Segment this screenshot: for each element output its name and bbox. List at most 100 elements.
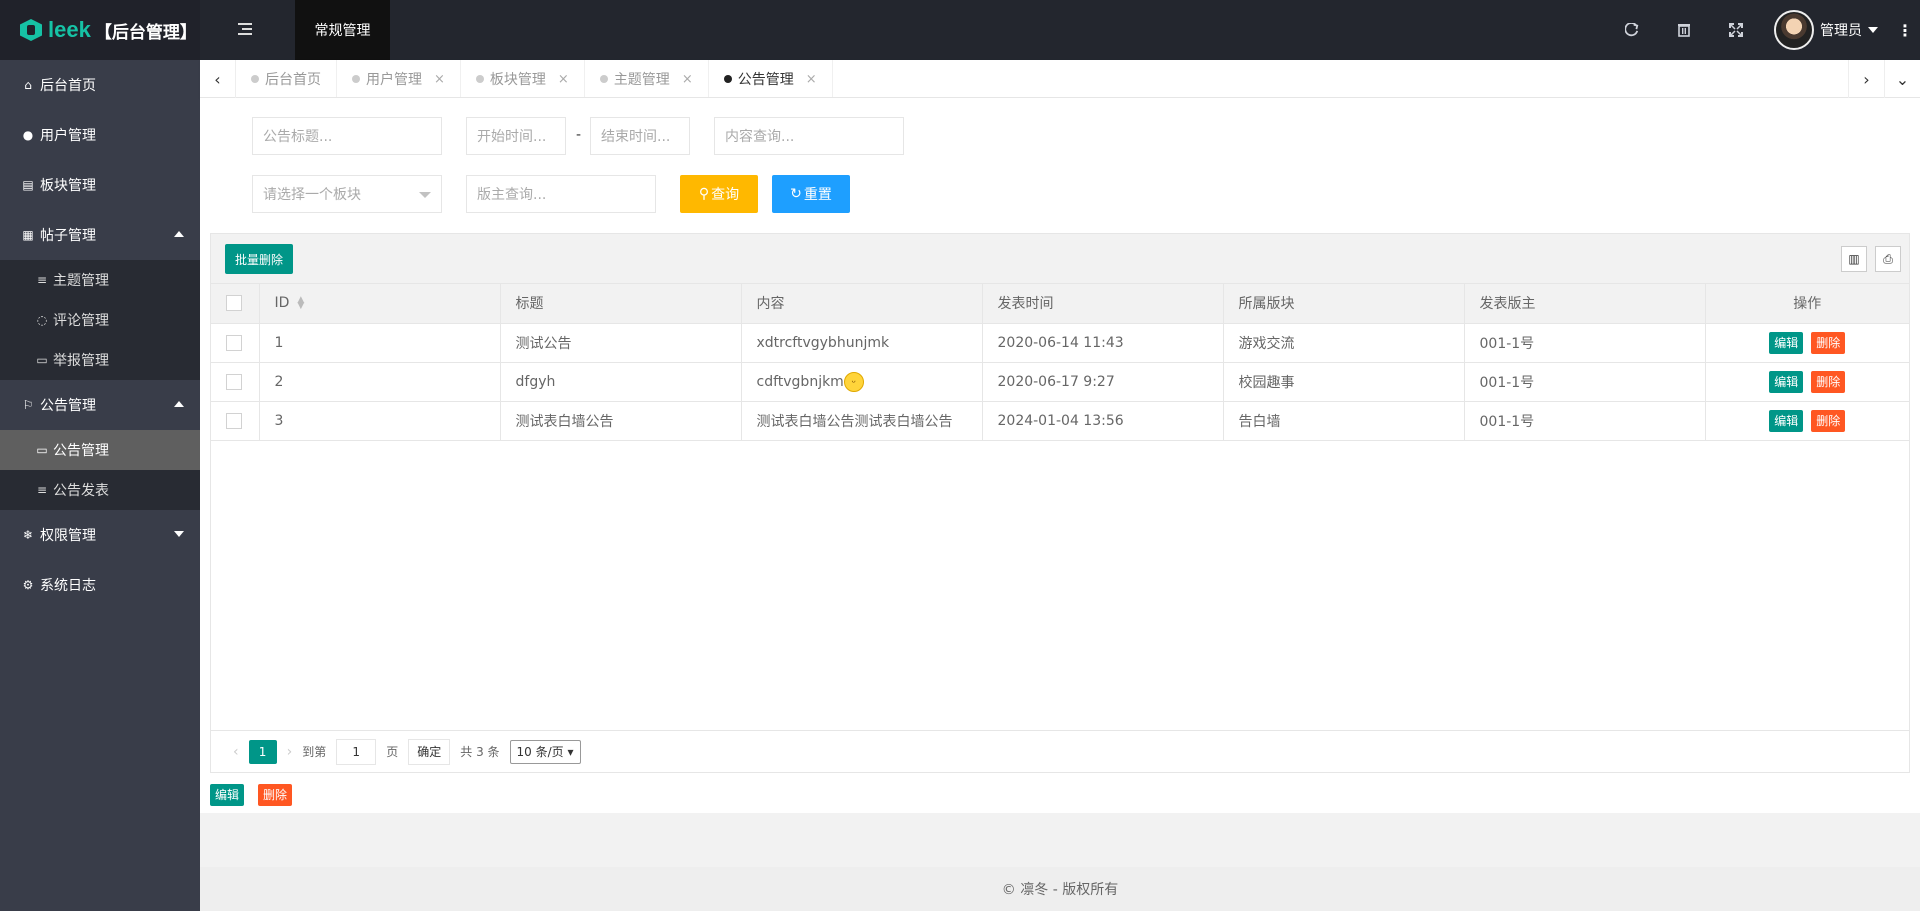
sidebar-item-boards[interactable]: ▤ 板块管理 xyxy=(0,160,200,210)
columns-filter-icon[interactable]: ▥ xyxy=(1841,246,1867,272)
tab-scroll-right-icon[interactable]: › xyxy=(1848,60,1884,98)
table-row: 1 测试公告 xdtrcftvgybhunjmk 2020-06-14 11:4… xyxy=(211,323,1909,363)
col-id[interactable]: ID ▲ ▼ xyxy=(259,284,501,324)
sort-icon[interactable]: ▲ ▼ xyxy=(297,296,304,311)
user-menu[interactable]: 管理员 xyxy=(1762,10,1890,50)
goto-page-input[interactable]: 1 xyxy=(336,738,377,765)
close-icon[interactable]: × xyxy=(806,72,817,87)
tab-users[interactable]: 用户管理 × xyxy=(337,60,461,97)
title-search-input[interactable]: 公告标题... xyxy=(252,117,442,155)
close-icon[interactable]: × xyxy=(558,72,569,87)
sidebar-item-users[interactable]: ● 用户管理 xyxy=(0,110,200,160)
batch-delete-button[interactable]: 批量删除 xyxy=(225,244,293,274)
file-icon: ▤ xyxy=(22,178,34,192)
bottom-delete-button[interactable]: 删除 xyxy=(258,784,293,806)
cell-author: 001-1号 xyxy=(1464,323,1706,363)
prev-page-icon[interactable]: ‹ xyxy=(233,744,239,760)
cell-id: 3 xyxy=(259,401,501,441)
reset-label: 重置 xyxy=(803,187,832,203)
sidebar-item-comments[interactable]: ◌ 评论管理 xyxy=(0,300,200,340)
sidebar-item-label: 公告发表 xyxy=(53,483,109,499)
row-checkbox[interactable] xyxy=(226,334,242,351)
refresh-icon[interactable] xyxy=(1606,0,1658,60)
sidebar-item-syslog[interactable]: ⚙ 系统日志 xyxy=(0,560,200,610)
close-icon[interactable]: × xyxy=(434,72,445,87)
sidebar-item-label: 后台首页 xyxy=(40,78,96,94)
tab-label: 后台首页 xyxy=(265,72,321,88)
tab-menu-chevron-down-icon[interactable]: ⌄ xyxy=(1884,60,1920,98)
goto-confirm-button[interactable]: 确定 xyxy=(408,738,451,765)
delete-button[interactable]: 删除 xyxy=(1811,409,1846,432)
snowflake-icon: ❄ xyxy=(22,528,34,542)
next-page-icon[interactable]: › xyxy=(287,744,293,760)
edit-button[interactable]: 编辑 xyxy=(1769,370,1804,393)
tab-announcements[interactable]: 公告管理 × xyxy=(709,60,833,97)
select-all-checkbox[interactable] xyxy=(226,295,242,312)
sidebar-item-reports[interactable]: ▭ 举报管理 xyxy=(0,340,200,380)
user-icon: ● xyxy=(22,128,34,142)
cell-actions: 编辑 删除 xyxy=(1705,401,1909,441)
close-icon[interactable]: × xyxy=(682,72,693,87)
tab-home[interactable]: 后台首页 xyxy=(236,60,337,97)
reset-button[interactable]: ↻ 重置 xyxy=(772,175,850,213)
sidebar-item-announcements[interactable]: ⚐ 公告管理 xyxy=(0,380,200,430)
top-header: leek 【后台管理】 常规管理 管理员 ⋮ xyxy=(0,0,1920,60)
tab-label: 板块管理 xyxy=(489,72,546,88)
sidebar-item-announcement-manage[interactable]: ▭ 公告管理 xyxy=(0,430,200,470)
data-table: 批量删除 ▥ ⎙ ID ▲▼ 标题 内容 发表时间 所属版块 发表版主 操作 xyxy=(210,233,1910,773)
content-search-input[interactable]: 内容查询... xyxy=(714,117,904,155)
print-icon[interactable]: ⎙ xyxy=(1875,246,1901,272)
tabs: 后台首页 用户管理 × 板块管理 × 主题管理 × 公告管理 × xyxy=(236,60,1848,97)
avatar xyxy=(1774,10,1814,50)
delete-button[interactable]: 删除 xyxy=(1811,331,1846,354)
cell-actions: 编辑 删除 xyxy=(1705,323,1909,363)
row-select-cell xyxy=(211,323,260,363)
tab-dot-icon xyxy=(599,75,608,83)
sidebar-item-home[interactable]: ⌂ 后台首页 xyxy=(0,60,200,110)
tab-topics[interactable]: 主题管理 × xyxy=(585,60,709,97)
query-button[interactable]: ⚲ 查询 xyxy=(680,175,758,213)
row-checkbox[interactable] xyxy=(226,373,242,390)
row-checkbox[interactable] xyxy=(226,412,242,429)
placeholder: 版主查询... xyxy=(477,187,547,203)
more-vertical-icon[interactable]: ⋮ xyxy=(1890,0,1920,60)
edit-button[interactable]: 编辑 xyxy=(1769,331,1804,354)
col-title: 标题 xyxy=(500,284,742,324)
page-size-select[interactable]: 10 条/页 ▾ xyxy=(509,739,581,764)
main-content: 公告标题... 开始时间... - 结束时间... 内容查询... 请选择一个板… xyxy=(200,98,1920,813)
trash-icon[interactable] xyxy=(1658,0,1710,60)
current-page[interactable]: 1 xyxy=(248,739,277,764)
cell-author: 001-1号 xyxy=(1464,401,1706,441)
tab-label: 主题管理 xyxy=(613,72,670,88)
sidebar-item-permissions[interactable]: ❄ 权限管理 xyxy=(0,510,200,560)
page-unit-label: 页 xyxy=(386,745,399,759)
board-select[interactable]: 请选择一个板块 xyxy=(252,175,442,213)
cell-board: 校园趣事 xyxy=(1223,362,1465,402)
cell-content: 测试表白墙公告测试表白墙公告 xyxy=(741,401,983,441)
grin-emoji-icon: ᵕ xyxy=(843,371,864,392)
bottom-edit-button[interactable]: 编辑 xyxy=(210,784,245,806)
top-nav-item[interactable]: 常规管理 xyxy=(295,0,390,60)
moderator-search-input[interactable]: 版主查询... xyxy=(466,175,656,213)
sidebar-item-topics[interactable]: ≡ 主题管理 xyxy=(0,260,200,300)
sidebar-item-posts[interactable]: ▦ 帖子管理 xyxy=(0,210,200,260)
sidebar-item-announcement-publish[interactable]: ≡ 公告发表 xyxy=(0,470,200,510)
start-time-input[interactable]: 开始时间... xyxy=(466,117,566,155)
chevron-up-icon xyxy=(174,401,184,407)
fullscreen-icon[interactable] xyxy=(1710,0,1762,60)
sidebar-item-label: 主题管理 xyxy=(53,273,109,289)
footer: © 凛冬 - 版权所有 xyxy=(200,867,1920,911)
tab-scroll-left-icon[interactable]: ‹ xyxy=(200,60,236,98)
table-icon: ▭ xyxy=(36,443,48,457)
tab-dot-icon xyxy=(352,75,360,83)
cell-content: xdtrcftvgybhunjmk xyxy=(741,323,983,363)
col-header: ID xyxy=(274,295,290,312)
delete-button[interactable]: 删除 xyxy=(1811,370,1846,393)
sidebar-item-label: 权限管理 xyxy=(40,528,96,544)
menu-toggle-icon[interactable] xyxy=(238,20,258,40)
tab-boards[interactable]: 板块管理 × xyxy=(461,60,585,97)
col-actions: 操作 xyxy=(1705,284,1909,324)
edit-button[interactable]: 编辑 xyxy=(1769,409,1804,432)
calendar-icon: ▦ xyxy=(22,228,34,242)
end-time-input[interactable]: 结束时间... xyxy=(590,117,690,155)
